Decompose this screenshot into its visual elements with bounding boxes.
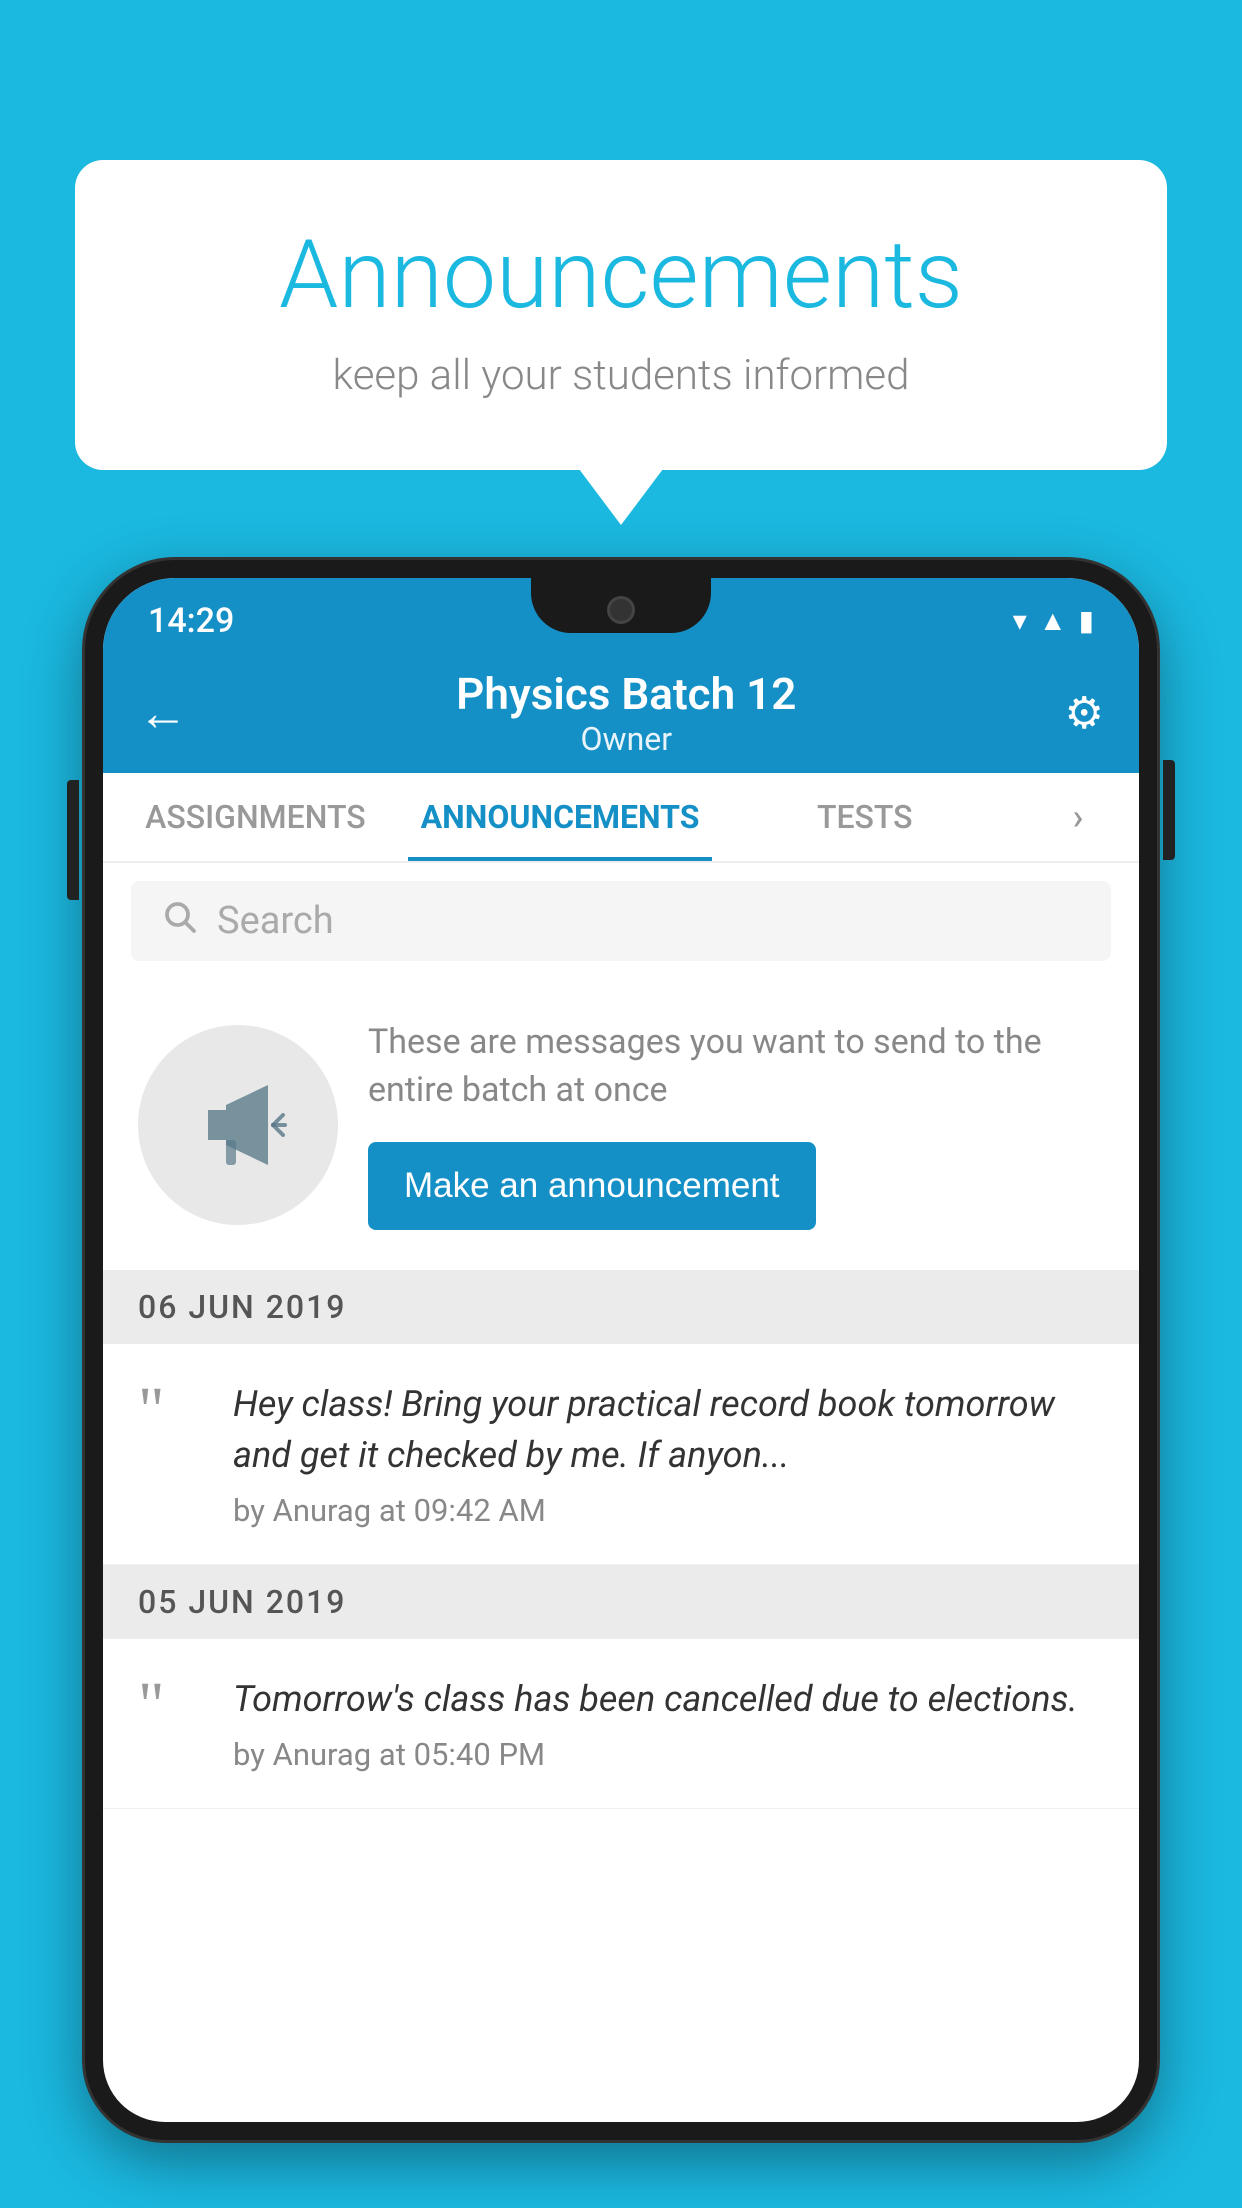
- date-divider-2: 05 JUN 2019: [103, 1565, 1139, 1639]
- app-bar-title-section: Physics Batch 12 Owner: [188, 668, 1065, 758]
- announcement-item-2[interactable]: " Tomorrow's class has been cancelled du…: [103, 1639, 1139, 1809]
- announcement-content-1: Hey class! Bring your practical record b…: [233, 1379, 1104, 1529]
- phone-outer-shell: 14:29 ▾ ▲ ▮ ← Physics Batch 12 Owner ⚙: [85, 560, 1157, 2140]
- speech-bubble-section: Announcements keep all your students inf…: [75, 160, 1167, 470]
- phone-notch: [531, 578, 711, 633]
- announcement-author-2: by Anurag at 05:40 PM: [233, 1736, 1104, 1773]
- tab-bar: ASSIGNMENTS ANNOUNCEMENTS TESTS ›: [103, 773, 1139, 863]
- tab-announcements[interactable]: ANNOUNCEMENTS: [408, 773, 713, 861]
- front-camera: [607, 596, 635, 624]
- announcement-text-1: Hey class! Bring your practical record b…: [233, 1379, 1104, 1480]
- tab-tests[interactable]: TESTS: [712, 773, 1017, 861]
- search-icon: [161, 898, 197, 944]
- app-bar-title: Physics Batch 12: [188, 668, 1065, 720]
- status-time: 14:29: [148, 601, 234, 641]
- date-divider-1: 06 JUN 2019: [103, 1270, 1139, 1344]
- date-label-2: 05 JUN 2019: [138, 1583, 346, 1621]
- bubble-subtitle: keep all your students informed: [155, 351, 1087, 400]
- announcement-item-1[interactable]: " Hey class! Bring your practical record…: [103, 1344, 1139, 1565]
- wifi-icon: ▾: [1013, 604, 1027, 637]
- make-announcement-button[interactable]: Make an announcement: [368, 1142, 816, 1230]
- signal-icon: ▲: [1039, 604, 1067, 637]
- back-button[interactable]: ←: [138, 684, 188, 743]
- tab-more[interactable]: ›: [1017, 773, 1139, 861]
- announcement-prompt-description: These are messages you want to send to t…: [368, 1019, 1104, 1114]
- date-label-1: 06 JUN 2019: [138, 1288, 346, 1326]
- announcement-text-2: Tomorrow's class has been cancelled due …: [233, 1674, 1104, 1724]
- megaphone-icon: [188, 1075, 288, 1175]
- bubble-title: Announcements: [155, 220, 1087, 331]
- quote-icon-2: ": [138, 1674, 208, 1773]
- announcement-prompt-right: These are messages you want to send to t…: [368, 1019, 1104, 1230]
- settings-icon[interactable]: ⚙: [1065, 687, 1104, 739]
- announcement-icon-circle: [138, 1025, 338, 1225]
- battery-icon: ▮: [1079, 604, 1094, 637]
- announcement-prompt: These are messages you want to send to t…: [103, 979, 1139, 1270]
- announcement-content-2: Tomorrow's class has been cancelled due …: [233, 1674, 1104, 1773]
- app-bar: ← Physics Batch 12 Owner ⚙: [103, 653, 1139, 773]
- status-icons: ▾ ▲ ▮: [1013, 604, 1094, 637]
- quote-icon-1: ": [138, 1379, 208, 1529]
- app-bar-subtitle: Owner: [188, 720, 1065, 758]
- search-placeholder-text: Search: [217, 899, 334, 943]
- search-bar[interactable]: Search: [131, 881, 1111, 961]
- phone-screen: 14:29 ▾ ▲ ▮ ← Physics Batch 12 Owner ⚙: [103, 578, 1139, 2122]
- search-container: Search: [103, 863, 1139, 979]
- phone-mockup: 14:29 ▾ ▲ ▮ ← Physics Batch 12 Owner ⚙: [85, 560, 1157, 2208]
- speech-bubble-card: Announcements keep all your students inf…: [75, 160, 1167, 470]
- announcement-author-1: by Anurag at 09:42 AM: [233, 1492, 1104, 1529]
- tab-assignments[interactable]: ASSIGNMENTS: [103, 773, 408, 861]
